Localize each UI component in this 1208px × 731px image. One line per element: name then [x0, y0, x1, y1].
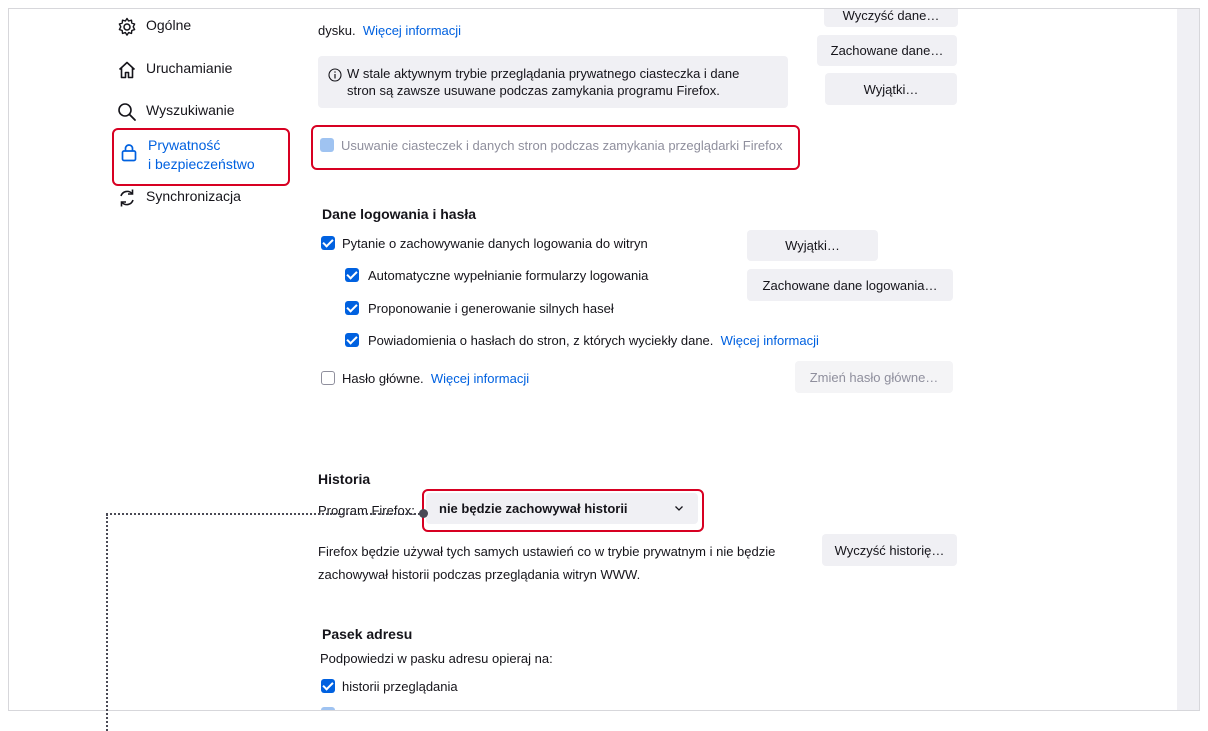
master-more-info-link[interactable]: Więcej informacji: [431, 371, 529, 386]
autofill-label: Automatyczne wypełnianie formularzy logo…: [368, 268, 649, 283]
suggest-strong-label: Proponowanie i generowanie silnych haseł: [368, 301, 614, 316]
sidebar-item-label: Ogólne: [146, 17, 192, 33]
lock-icon: [121, 144, 137, 162]
sync-icon: [120, 189, 134, 207]
gear-icon: [118, 17, 136, 36]
delete-on-close-label: Usuwanie ciasteczek i danych stron podcz…: [341, 138, 783, 153]
sidebar-item-label: Prywatność: [148, 137, 221, 153]
master-password-label: Hasło główne.: [342, 371, 424, 386]
home-icon: [118, 61, 136, 79]
addressbar-subtitle: Podpowiedzi w pasku adresu opieraj na:: [320, 651, 553, 666]
ask-save-label: Pytanie o zachowywanie danych logowania …: [342, 236, 648, 251]
history-description: Firefox będzie używał tych samych ustawi…: [318, 540, 775, 586]
sidebar-item-general[interactable]: Ogólne: [117, 17, 191, 37]
master-password-line: Hasło główne. Więcej informacji: [342, 371, 529, 386]
addressbar-section-title: Pasek adresu: [322, 626, 413, 642]
sidebar-item-label: Wyszukiwanie: [146, 102, 235, 118]
sidebar-item-startup[interactable]: Uruchamianie: [117, 60, 232, 80]
master-password-checkbox[interactable]: [321, 371, 335, 385]
info-text-line: stron są zawsze usuwane podczas zamykani…: [347, 83, 720, 98]
callout-line: [106, 513, 424, 515]
info-text-line: W stale aktywnym trybie przeglądania pry…: [347, 66, 740, 81]
browsing-history-label: historii przeglądania: [342, 679, 458, 694]
chevron-down-icon: [675, 506, 683, 511]
saved-data-button[interactable]: Zachowane dane…: [817, 35, 957, 66]
change-master-password-button[interactable]: Zmień hasło główne…: [795, 361, 953, 393]
callout-line: [106, 514, 108, 731]
sidebar-item-privacy[interactable]: Prywatność i bezpieczeństwo: [119, 136, 255, 174]
history-section-title: Historia: [318, 471, 371, 487]
history-program-label: Program Firefox:: [318, 503, 415, 518]
more-info-link[interactable]: Więcej informacji: [363, 23, 461, 38]
scrollbar-track[interactable]: [1177, 9, 1199, 710]
breach-alerts-label: Powiadomienia o hasłach do stron, z któr…: [368, 333, 714, 348]
preferences-window: Ogólne Uruchamianie Wyszukiwanie Prywatn…: [8, 8, 1200, 711]
history-description-line: Firefox będzie używał tych samych ustawi…: [318, 544, 776, 559]
sidebar-item-sync[interactable]: Synchronizacja: [117, 188, 241, 208]
callout-dot: [419, 509, 428, 518]
breach-more-info-link[interactable]: Więcej informacji: [721, 333, 819, 348]
clear-data-button[interactable]: Wyczyść dane…: [824, 8, 958, 27]
disk-text: dysku.: [318, 23, 356, 38]
info-icon: [328, 68, 342, 82]
exceptions-button[interactable]: Wyjątki…: [825, 73, 957, 105]
clear-history-label: Wyczyść historię…: [834, 542, 945, 558]
history-description-line: zachowywał historii podczas przeglądania…: [318, 567, 641, 582]
logins-section-title: Dane logowania i hasła: [322, 206, 477, 222]
sidebar-item-label: Synchronizacja: [146, 188, 241, 204]
sidebar-item-label: i bezpieczeństwo: [148, 156, 255, 172]
saved-logins-label: Zachowane dane logowania…: [762, 277, 938, 293]
exceptions-label: Wyjątki…: [863, 81, 919, 97]
suggest-strong-checkbox[interactable]: [345, 301, 359, 315]
clear-history-button[interactable]: Wyczyść historię…: [822, 534, 957, 566]
search-icon: [118, 103, 136, 121]
history-mode-select[interactable]: nie będzie zachowywał historii: [426, 493, 698, 524]
sidebar-item-label: Uruchamianie: [146, 60, 233, 76]
logins-exceptions-label: Wyjątki…: [785, 238, 840, 253]
disk-text-line: dysku. Więcej informacji: [318, 23, 461, 38]
sidebar-item-search[interactable]: Wyszukiwanie: [117, 102, 235, 122]
breach-alerts-checkbox[interactable]: [345, 333, 359, 347]
change-master-password-label: Zmień hasło główne…: [809, 369, 939, 385]
history-mode-value: nie będzie zachowywał historii: [439, 501, 628, 516]
delete-on-close-checkbox[interactable]: [320, 138, 334, 152]
browsing-history-checkbox[interactable]: [321, 679, 335, 693]
breach-alerts-line: Powiadomienia o hasłach do stron, z któr…: [368, 333, 819, 348]
info-text: W stale aktywnym trybie przeglądania pry…: [347, 65, 739, 99]
next-option-checkbox[interactable]: [321, 707, 335, 710]
logins-exceptions-button[interactable]: Wyjątki…: [747, 230, 878, 261]
saved-data-label: Zachowane dane…: [830, 43, 944, 58]
ask-save-checkbox[interactable]: [321, 236, 335, 250]
autofill-checkbox[interactable]: [345, 268, 359, 282]
saved-logins-button[interactable]: Zachowane dane logowania…: [747, 269, 953, 301]
private-mode-info-box: W stale aktywnym trybie przeglądania pry…: [318, 56, 788, 108]
clear-data-label: Wyczyść dane…: [842, 8, 940, 23]
